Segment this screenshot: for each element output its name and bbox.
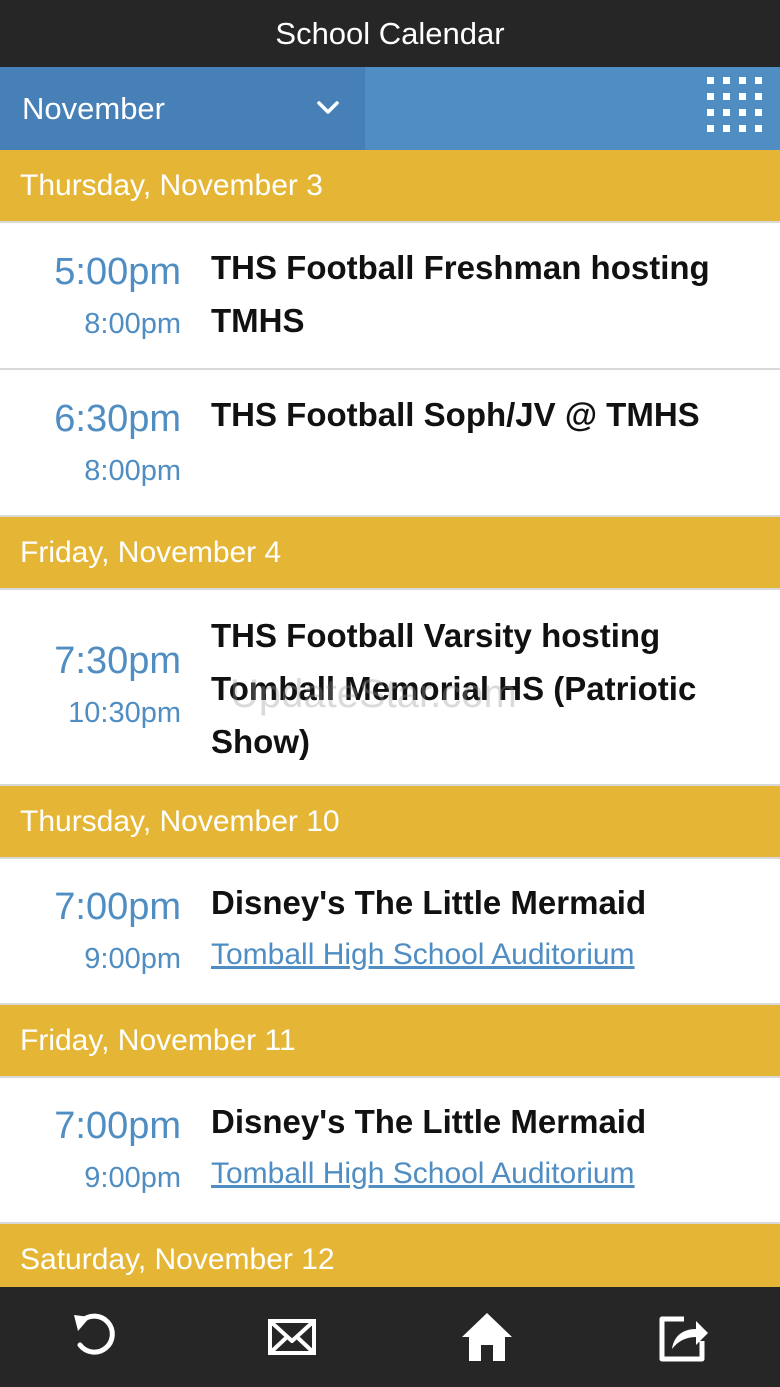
chevron-down-icon bbox=[317, 101, 339, 114]
event-times: 7:30pm 10:30pm bbox=[0, 639, 181, 735]
event-times: 5:00pm 8:00pm bbox=[0, 250, 181, 346]
grid-view-icon[interactable] bbox=[705, 75, 767, 141]
title-bar: School Calendar bbox=[0, 0, 780, 67]
mail-icon[interactable] bbox=[263, 1309, 321, 1365]
event-item[interactable]: 6:30pm 8:00pm THS Football Soph/JV @ TMH… bbox=[0, 370, 780, 517]
day-header: Friday, November 11 bbox=[0, 1005, 780, 1078]
day-label: Thursday, November 3 bbox=[20, 168, 323, 202]
day-label: Saturday, November 12 bbox=[20, 1242, 335, 1276]
event-start-time: 7:00pm bbox=[54, 1105, 181, 1147]
day-label: Friday, November 4 bbox=[20, 535, 282, 569]
event-start-time: 7:30pm bbox=[54, 640, 181, 682]
event-start-time: 5:00pm bbox=[54, 251, 181, 293]
event-end-time: 9:00pm bbox=[84, 1162, 181, 1194]
month-dropdown[interactable]: November bbox=[0, 67, 365, 150]
day-header: Thursday, November 3 bbox=[0, 150, 780, 223]
event-end-time: 9:00pm bbox=[84, 943, 181, 975]
day-header: Thursday, November 10 bbox=[0, 786, 780, 859]
event-title: THS Football Soph/JV @ TMHS bbox=[211, 396, 700, 433]
event-times: 7:00pm 9:00pm bbox=[0, 1104, 181, 1200]
event-title: Disney's The Little Mermaid bbox=[211, 884, 647, 921]
event-title: THS Football Freshman hosting TMHS bbox=[211, 249, 710, 339]
day-label: Thursday, November 10 bbox=[20, 804, 340, 838]
event-item[interactable]: 7:00pm 9:00pm Disney's The Little Mermai… bbox=[0, 859, 780, 1005]
event-details: THS Football Varsity hosting Tomball Mem… bbox=[211, 609, 750, 768]
page-title: School Calendar bbox=[275, 15, 505, 51]
month-bar: November bbox=[0, 67, 780, 150]
event-list[interactable]: Thursday, November 3 5:00pm 8:00pm THS F… bbox=[0, 150, 780, 1287]
day-label: Friday, November 11 bbox=[20, 1023, 296, 1057]
refresh-icon[interactable] bbox=[68, 1309, 126, 1365]
event-item[interactable]: 5:00pm 8:00pm THS Football Freshman host… bbox=[0, 223, 780, 370]
bottom-toolbar bbox=[0, 1287, 780, 1387]
event-details: Disney's The Little Mermaid Tomball High… bbox=[211, 1095, 750, 1194]
event-details: THS Football Freshman hosting TMHS bbox=[211, 241, 750, 347]
month-dropdown-label: November bbox=[22, 90, 165, 126]
event-title: THS Football Varsity hosting Tomball Mem… bbox=[211, 617, 697, 760]
event-times: 7:00pm 9:00pm bbox=[0, 885, 181, 981]
day-header: Friday, November 4 bbox=[0, 517, 780, 590]
event-details: Disney's The Little Mermaid Tomball High… bbox=[211, 876, 750, 975]
event-start-time: 7:00pm bbox=[54, 886, 181, 928]
event-item[interactable]: 7:30pm 10:30pm THS Football Varsity host… bbox=[0, 590, 780, 786]
day-header: Saturday, November 12 bbox=[0, 1224, 780, 1287]
event-end-time: 8:00pm bbox=[84, 308, 181, 340]
share-icon[interactable] bbox=[654, 1309, 712, 1365]
event-location-link[interactable]: Tomball High School Auditorium bbox=[211, 1154, 750, 1194]
event-title: Disney's The Little Mermaid bbox=[211, 1103, 647, 1140]
home-icon[interactable] bbox=[458, 1309, 516, 1365]
event-item[interactable]: 7:00pm 9:00pm Disney's The Little Mermai… bbox=[0, 1078, 780, 1224]
event-end-time: 10:30pm bbox=[68, 697, 181, 729]
event-times: 6:30pm 8:00pm bbox=[0, 397, 181, 493]
event-location-link[interactable]: Tomball High School Auditorium bbox=[211, 935, 750, 975]
event-start-time: 6:30pm bbox=[54, 398, 181, 440]
event-details: THS Football Soph/JV @ TMHS bbox=[211, 388, 750, 441]
event-end-time: 8:00pm bbox=[84, 455, 181, 487]
